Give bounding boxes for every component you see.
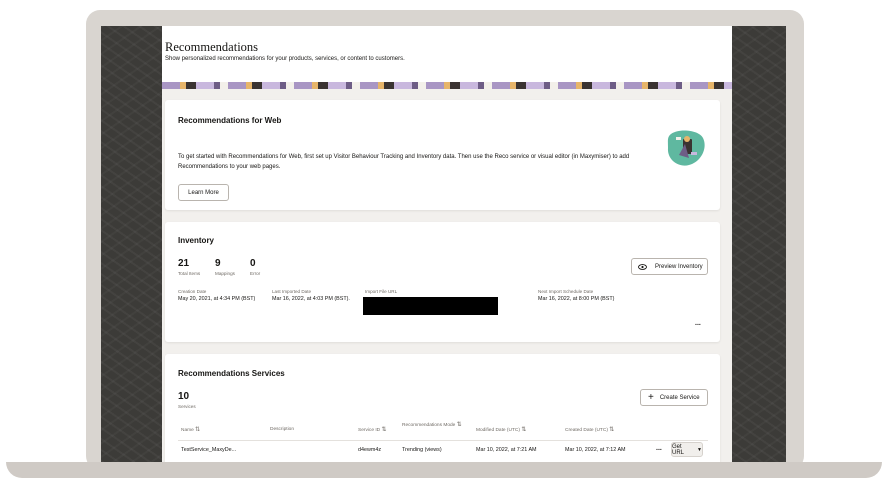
page-subtitle: Show personalized recommendations for yo… bbox=[165, 56, 405, 62]
total-items-label: Total Items bbox=[178, 271, 201, 276]
inventory-title: Inventory bbox=[178, 236, 215, 245]
services-card: Recommendations Services 10 Services + C… bbox=[165, 354, 720, 462]
row-mode: Trending (views) bbox=[402, 447, 442, 453]
page-header: Recommendations Show personalized recomm… bbox=[162, 26, 732, 82]
create-service-button[interactable]: + Create Service bbox=[640, 389, 708, 406]
illustration-icon bbox=[665, 128, 707, 168]
app-window: Recommendations Show personalized recomm… bbox=[162, 26, 732, 462]
error-label: Error bbox=[250, 271, 261, 276]
row-created: Mar 10, 2022, at 7:12 AM bbox=[565, 447, 626, 453]
caret-down-icon: ▼ bbox=[697, 446, 702, 453]
next-import-value: Mar 16, 2022, at 8:00 PM (BST) bbox=[538, 296, 615, 302]
creation-date-value: May 20, 2021, at 4:34 PM (BST) bbox=[178, 296, 256, 302]
creation-date-label: Creation Date bbox=[178, 289, 207, 294]
create-service-label: Create Service bbox=[659, 394, 700, 401]
row-name[interactable]: TestService_MaxyDe... bbox=[181, 447, 236, 453]
last-imported-label: Last Imported Date bbox=[272, 289, 312, 294]
column-header-created[interactable]: Created Date (UTC) ⇅ bbox=[565, 426, 614, 433]
sort-icon: ⇅ bbox=[521, 427, 527, 433]
row-more-button[interactable]: ... bbox=[656, 445, 662, 452]
next-import-label: Next Import Schedule Date bbox=[538, 289, 594, 294]
sort-icon: ⇅ bbox=[609, 427, 615, 433]
inventory-more-button[interactable]: ... bbox=[695, 320, 701, 327]
web-recommendations-card: Recommendations for Web To get started w… bbox=[165, 100, 720, 210]
eye-icon bbox=[638, 263, 647, 270]
table-row[interactable]: TestService_MaxyDe... d4ewm4z Trending (… bbox=[165, 441, 720, 461]
mappings-label: Mappings bbox=[215, 271, 235, 276]
get-url-button[interactable]: Get URL ▼ bbox=[671, 442, 703, 457]
sort-icon: ⇅ bbox=[381, 427, 387, 433]
inventory-card: Inventory 21 Total Items 9 Mappings 0 Er… bbox=[165, 222, 720, 342]
redacted-import-url bbox=[363, 297, 498, 315]
preview-inventory-label: Preview Inventory bbox=[655, 263, 703, 270]
column-header-modified[interactable]: Modified Date (UTC) ⇅ bbox=[476, 426, 526, 433]
preview-inventory-button[interactable]: Preview Inventory bbox=[631, 258, 708, 275]
error-value: 0 bbox=[250, 258, 256, 269]
column-header-service-id[interactable]: Service ID ⇅ bbox=[358, 426, 387, 433]
sort-icon: ⇅ bbox=[456, 422, 462, 428]
row-modified: Mar 10, 2022, at 7:21 AM bbox=[476, 447, 537, 453]
services-count-label: Services bbox=[178, 404, 196, 409]
sort-icon: ⇅ bbox=[195, 427, 201, 433]
last-imported-value: Mar 16, 2022, at 4:03 PM (BST). bbox=[272, 296, 350, 302]
row-service-id: d4ewm4z bbox=[358, 447, 382, 453]
column-header-description: Description bbox=[270, 427, 294, 432]
decorative-banner bbox=[162, 82, 732, 89]
learn-more-button[interactable]: Learn More bbox=[178, 184, 229, 201]
column-header-mode[interactable]: Recommendations Mode ⇅ bbox=[402, 422, 462, 429]
web-card-description: To get started with Recommendations for … bbox=[178, 154, 630, 170]
web-card-title: Recommendations for Web bbox=[178, 116, 282, 125]
page-title: Recommendations bbox=[165, 40, 259, 54]
total-items-value: 21 bbox=[178, 258, 190, 269]
mappings-value: 9 bbox=[215, 258, 221, 269]
column-header-name[interactable]: Name ⇅ bbox=[181, 426, 200, 433]
plus-icon: + bbox=[648, 391, 654, 403]
laptop-screen: Recommendations Show personalized recomm… bbox=[101, 26, 786, 462]
import-file-url-label: Import File URL bbox=[365, 289, 398, 294]
services-title: Recommendations Services bbox=[178, 369, 285, 378]
laptop-base bbox=[6, 462, 882, 478]
services-count-value: 10 bbox=[178, 391, 190, 402]
